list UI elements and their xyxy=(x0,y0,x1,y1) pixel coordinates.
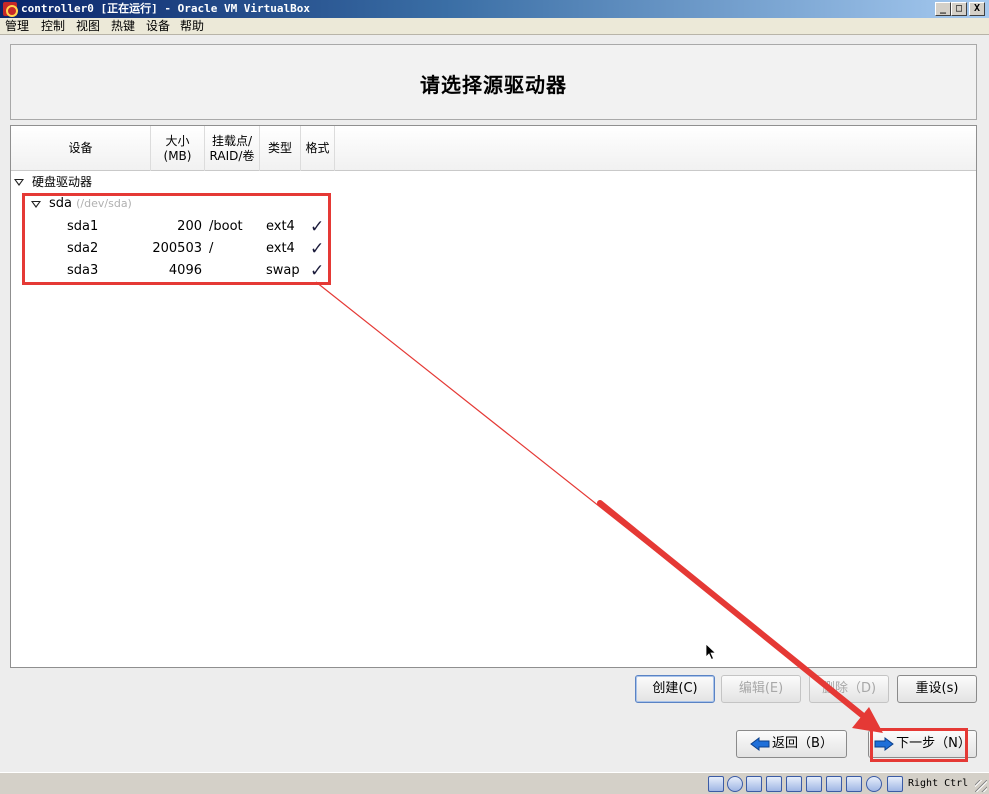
reset-button[interactable]: 重设(s) xyxy=(897,675,977,703)
menu-bar: 管理 控制 视图 热键 设备 帮助 xyxy=(0,18,989,35)
display-icon[interactable] xyxy=(806,776,822,792)
virtualbox-app-icon xyxy=(3,2,18,17)
minimize-button[interactable]: _ xyxy=(935,2,951,16)
window-title: controller0 [正在运行] - Oracle VM VirtualBo… xyxy=(21,2,311,15)
mouse-cursor-icon xyxy=(705,643,717,661)
screen-capture-icon[interactable] xyxy=(826,776,842,792)
back-label: 返回（B） xyxy=(772,736,833,751)
page-title: 请选择源驱动器 xyxy=(420,73,567,97)
edit-button[interactable]: 编辑(E) xyxy=(721,675,801,703)
menu-devices[interactable]: 设备 xyxy=(146,19,170,34)
tree-header: 设备 大小 (MB) 挂载点/RAID/卷 类型 格式 xyxy=(11,126,976,171)
delete-button[interactable]: 删除（D) xyxy=(809,675,889,703)
resize-grip[interactable] xyxy=(975,780,987,792)
status-bar: Right Ctrl xyxy=(0,772,989,794)
menu-view[interactable]: 视图 xyxy=(76,19,100,34)
column-mount[interactable]: 挂载点/RAID/卷 xyxy=(205,126,260,171)
hard-disk-icon[interactable] xyxy=(708,776,724,792)
video-capture-icon[interactable] xyxy=(846,776,862,792)
back-arrow-icon xyxy=(750,736,770,751)
annotation-highlight-next xyxy=(870,728,968,762)
menu-help[interactable]: 帮助 xyxy=(180,19,204,34)
back-button[interactable]: 返回（B） xyxy=(736,730,847,758)
close-button[interactable]: X xyxy=(969,2,985,16)
window-title-bar[interactable]: controller0 [正在运行] - Oracle VM VirtualBo… xyxy=(0,0,989,18)
usb-icon[interactable] xyxy=(766,776,782,792)
menu-hotkeys[interactable]: 热键 xyxy=(111,19,135,34)
network-icon[interactable] xyxy=(746,776,762,792)
column-device[interactable]: 设备 xyxy=(11,126,151,171)
shared-folder-icon[interactable] xyxy=(786,776,802,792)
guest-screen[interactable]: 请选择源驱动器 设备 大小 (MB) 挂载点/RAID/卷 类型 格式 硬盘驱动器… xyxy=(0,35,989,772)
maximize-button[interactable]: □ xyxy=(951,2,967,16)
column-type[interactable]: 类型 xyxy=(260,126,301,171)
keyboard-icon[interactable] xyxy=(887,776,903,792)
menu-control[interactable]: 控制 xyxy=(41,19,65,34)
mouse-integration-icon[interactable] xyxy=(866,776,882,792)
column-format[interactable]: 格式 xyxy=(301,126,335,171)
column-size[interactable]: 大小 (MB) xyxy=(151,126,205,171)
menu-manage[interactable]: 管理 xyxy=(5,19,29,34)
host-key-label: Right Ctrl xyxy=(908,778,969,789)
optical-drive-icon[interactable] xyxy=(727,776,743,792)
annotation-highlight-partitions xyxy=(22,193,331,285)
expand-arrow-icon[interactable] xyxy=(14,179,24,186)
group-hard-drives[interactable]: 硬盘驱动器 xyxy=(32,174,92,190)
installer-header: 请选择源驱动器 xyxy=(10,44,977,120)
create-button[interactable]: 创建(C) xyxy=(635,675,715,703)
